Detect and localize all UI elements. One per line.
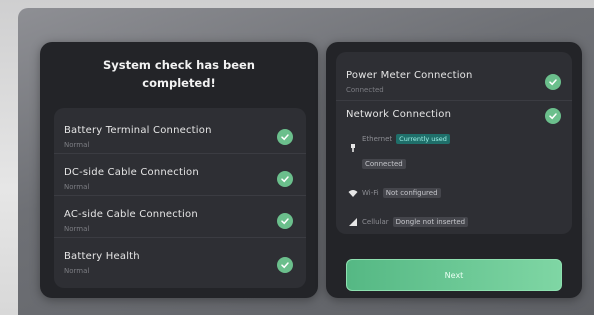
check-icon [277, 213, 293, 229]
wifi-icon [348, 190, 358, 197]
next-button[interactable]: Next [346, 259, 562, 291]
power-meter-label: Power Meter Connection [346, 70, 473, 81]
cellular-status-badge: Dongle not inserted [392, 217, 469, 227]
ethernet-icon [351, 144, 355, 152]
check-status: Normal [64, 225, 90, 233]
check-row-ac-cable: AC-side Cable Connection Normal [54, 195, 306, 238]
cellular-name: Cellular [362, 218, 389, 226]
check-label: Battery Terminal Connection [64, 125, 212, 136]
check-icon [277, 129, 293, 145]
connection-card: Power Meter Connection Connected Network… [336, 52, 572, 234]
wifi-status-badge: Not configured [382, 188, 441, 198]
check-label: Battery Health [64, 251, 140, 262]
ethernet-connected: Connected [362, 159, 406, 169]
check-status: Normal [64, 267, 90, 275]
network-label: Network Connection [346, 109, 452, 120]
network-row: Network Connection Ethernet Currently us… [336, 100, 572, 234]
ethernet-status-badge: Connected [362, 159, 406, 169]
connection-panel: Power Meter Connection Connected Network… [326, 42, 582, 298]
title-line-2: completed! [142, 76, 216, 90]
check-icon [277, 257, 293, 273]
power-meter-status: Connected [346, 86, 384, 94]
check-status: Normal [64, 141, 90, 149]
check-icon [545, 74, 561, 90]
wifi-name: Wi-Fi [362, 189, 379, 197]
cellular-item: Cellular Dongle not inserted [348, 217, 469, 227]
ethernet-item: Ethernet Currently used [348, 134, 450, 144]
check-row-battery-terminal: Battery Terminal Connection Normal [54, 108, 306, 154]
ethernet-name: Ethernet [362, 135, 393, 143]
check-icon [545, 108, 561, 124]
ethernet-status-row [348, 143, 358, 153]
check-icon [277, 171, 293, 187]
check-label: AC-side Cable Connection [64, 209, 198, 220]
power-meter-row: Power Meter Connection Connected [336, 52, 572, 101]
ethernet-current-badge: Currently used [396, 134, 450, 144]
system-check-title: System check has been completed! [40, 56, 318, 92]
system-check-panel: System check has been completed! Battery… [40, 42, 318, 298]
check-label: DC-side Cable Connection [64, 167, 199, 178]
wifi-item: Wi-Fi Not configured [348, 188, 441, 198]
check-status: Normal [64, 183, 90, 191]
check-row-battery-health: Battery Health Normal [54, 237, 306, 288]
check-list-card: Battery Terminal Connection Normal DC-si… [54, 108, 306, 288]
check-row-dc-cable: DC-side Cable Connection Normal [54, 153, 306, 196]
cellular-icon [349, 218, 357, 226]
title-line-1: System check has been [103, 58, 255, 72]
